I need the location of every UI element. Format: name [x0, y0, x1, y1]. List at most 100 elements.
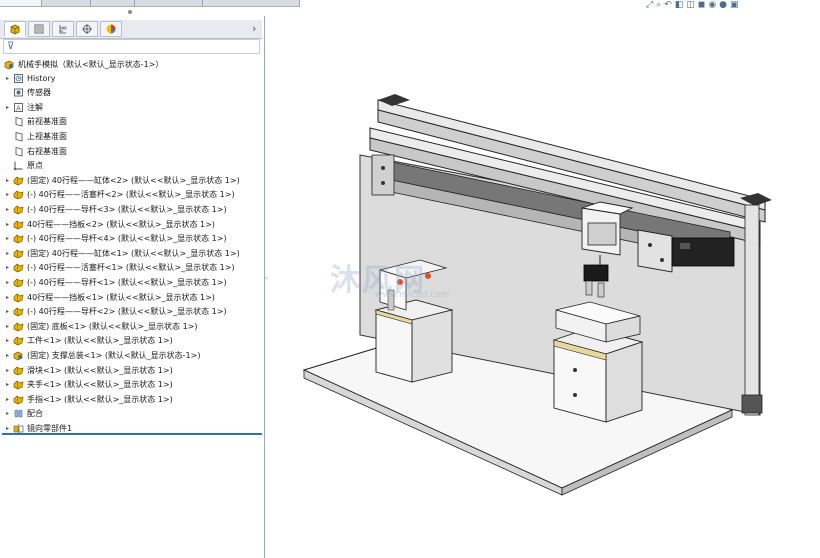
part-icon	[12, 189, 24, 201]
history-icon	[12, 72, 24, 84]
top-tab-5[interactable]	[203, 0, 300, 6]
tree-item[interactable]: 传感器	[3, 86, 51, 100]
expand-arrow-icon[interactable]: ▸	[3, 337, 12, 344]
part-icon	[12, 393, 24, 405]
part-icon	[12, 291, 24, 303]
zoom-area-icon[interactable]: ⌕	[656, 0, 661, 10]
top-tab-4[interactable]	[135, 0, 203, 6]
top-tab-1[interactable]	[0, 0, 43, 6]
view-orientation-icon[interactable]: ◫	[686, 0, 695, 10]
tree-item[interactable]: ▸ (-) 40行程——活塞杆<1> (默认<<默认>_显示状态 1>)	[3, 261, 235, 275]
tree-item[interactable]: 上视基准面	[3, 129, 67, 143]
expand-arrow-icon[interactable]: ▸	[3, 425, 12, 432]
tree-item[interactable]: ▸ (固定) 支撑总装<1> (默认<默认_显示状态-1>)	[3, 348, 200, 362]
tree-item-label: (-) 40行程——导杆<4> (默认<<默认>_显示状态 1>)	[27, 234, 227, 244]
tree-item-label: 右视基准面	[27, 146, 67, 156]
assembly-icon	[3, 58, 15, 70]
tree-root[interactable]: 机械手模拟（默认<默认_显示状态-1>）	[3, 57, 163, 71]
tree-item[interactable]: ▸ History	[3, 71, 55, 85]
expand-arrow-icon[interactable]: ▸	[3, 294, 12, 301]
scene-icon[interactable]: ▣	[730, 0, 739, 10]
property-manager-icon	[34, 24, 44, 34]
tab-configuration-manager[interactable]	[52, 21, 74, 37]
expand-arrow-icon[interactable]: ▸	[3, 352, 12, 359]
tree-end-separator	[2, 433, 262, 435]
expand-arrow-icon[interactable]: ▸	[3, 75, 12, 82]
expand-arrow-icon[interactable]: ▸	[3, 191, 12, 198]
tree-item[interactable]: ▸ (固定) 40行程——缸体<1> (默认<<默认>_显示状态 1>)	[3, 246, 240, 260]
tab-feature-manager[interactable]	[4, 21, 26, 37]
previous-view-icon[interactable]: ↶	[664, 0, 672, 10]
configuration-manager-icon	[59, 25, 67, 34]
tree-item-label: (-) 40行程——活塞杆<2> (默认<<默认>_显示状态 1>)	[27, 190, 235, 200]
top-tab-2[interactable]	[42, 0, 91, 6]
section-view-icon[interactable]: ◧	[675, 0, 684, 10]
tree-filter[interactable]: ⊽	[3, 39, 260, 54]
top-tab-3[interactable]	[91, 0, 135, 6]
tree-item[interactable]: ▸ (-) 40行程——活塞杆<2> (默认<<默认>_显示状态 1>)	[3, 188, 235, 202]
tree-item-label: (-) 40行程——导杆<1> (默认<<默认>_显示状态 1>)	[27, 277, 227, 287]
part-icon	[12, 174, 24, 186]
part-icon	[12, 247, 24, 259]
expand-arrow-icon[interactable]: ▸	[3, 367, 12, 374]
dimxpert-icon	[82, 24, 92, 34]
svg-text:A: A	[16, 104, 21, 112]
tree-item[interactable]: 前视基准面	[3, 115, 67, 129]
tab-dimxpert-manager[interactable]	[76, 21, 98, 37]
tree-item-label: 传感器	[27, 88, 51, 98]
expand-arrow-icon[interactable]: ▸	[3, 104, 12, 111]
expand-arrow-icon[interactable]: ▸	[3, 250, 12, 257]
tree-item[interactable]: ▸ (-) 40行程——导杆<4> (默认<<默认>_显示状态 1>)	[3, 232, 227, 246]
plane-icon	[12, 130, 24, 142]
filter-icon: ⊽	[7, 41, 15, 52]
tree-item[interactable]: ▸ 手指<1> (默认<<默认>_显示状态 1>)	[3, 392, 173, 406]
tree-item[interactable]: ▸ (-) 40行程——导杆<2> (默认<<默认>_显示状态 1>)	[3, 305, 227, 319]
part-icon	[12, 218, 24, 230]
tree-item[interactable]: ▸ 40行程——挡板<1> (默认<<默认>_显示状态 1>)	[3, 290, 215, 304]
assembly-icon	[12, 349, 24, 361]
annotation-icon: A	[12, 101, 24, 113]
tree-item-label: 滑块<1> (默认<<默认>_显示状态 1>)	[27, 365, 173, 375]
right-cylinder	[552, 301, 644, 423]
tree-item[interactable]: ▸ 工件<1> (默认<<默认>_显示状态 1>)	[3, 334, 173, 348]
tree-item[interactable]: ▸ (固定) 底板<1> (默认<<默认>_显示状态 1>)	[3, 319, 198, 333]
tree-item-label: 前视基准面	[27, 117, 67, 127]
tree-item-label: (固定) 40行程——缸体<2> (默认<<默认>_显示状态 1>)	[27, 175, 240, 185]
part-icon	[12, 276, 24, 288]
expand-arrow-icon[interactable]: ▸	[3, 323, 12, 330]
expand-arrow-icon[interactable]: ▸	[3, 381, 12, 388]
tree-item[interactable]: ▸ 配合	[3, 407, 43, 421]
expand-arrow-icon[interactable]: ▸	[3, 221, 12, 228]
hide-show-icon[interactable]: ◉	[708, 0, 716, 10]
expand-arrow-icon[interactable]: ▸	[3, 177, 12, 184]
expand-arrow-icon[interactable]: ▸	[3, 410, 12, 417]
expand-arrow-icon[interactable]: ▸	[3, 308, 12, 315]
expand-arrow-icon[interactable]: ▸	[3, 279, 12, 286]
display-style-icon[interactable]: ◼	[698, 0, 705, 10]
tree-item[interactable]: ▸ 40行程——挡板<2> (默认<<默认>_显示状态 1>)	[3, 217, 215, 231]
tree-item-label: 配合	[27, 409, 43, 419]
appearance-icon[interactable]: ●	[719, 0, 727, 10]
tree-item[interactable]: ▸ 夹手<1> (默认<<默认>_显示状态 1>)	[3, 378, 173, 392]
tab-property-manager[interactable]	[28, 21, 50, 37]
tab-display-manager[interactable]	[100, 21, 122, 37]
panel-grip-dot[interactable]	[128, 10, 132, 14]
tree-item-label: 工件<1> (默认<<默认>_显示状态 1>)	[27, 336, 173, 346]
tree-item[interactable]: 右视基准面	[3, 144, 67, 158]
tree-item-label: 夹手<1> (默认<<默认>_显示状态 1>)	[27, 380, 173, 390]
tree-item[interactable]: ▸ (-) 40行程——导杆<1> (默认<<默认>_显示状态 1>)	[3, 275, 227, 289]
watermark-sub: www.mfcad.com	[375, 290, 450, 300]
tree-item[interactable]: ▸ (固定) 40行程——缸体<2> (默认<<默认>_显示状态 1>)	[3, 173, 240, 187]
tree-item[interactable]: ▸ A 注解	[3, 100, 43, 114]
expand-arrow-icon[interactable]: ▸	[3, 396, 12, 403]
sensor-icon	[12, 87, 24, 99]
zoom-fit-icon[interactable]: ⤢	[646, 0, 653, 10]
tree-item[interactable]: 原点	[3, 159, 43, 173]
expand-arrow-icon[interactable]: ▸	[3, 264, 12, 271]
expand-arrow-icon[interactable]: ▸	[3, 235, 12, 242]
tab-scroll-right-icon[interactable]: ›	[252, 22, 256, 35]
part-icon	[12, 233, 24, 245]
tree-item[interactable]: ▸ (-) 40行程——导杆<3> (默认<<默认>_显示状态 1>)	[3, 202, 227, 216]
tree-item[interactable]: ▸ 滑块<1> (默认<<默认>_显示状态 1>)	[3, 363, 173, 377]
expand-arrow-icon[interactable]: ▸	[3, 206, 12, 213]
